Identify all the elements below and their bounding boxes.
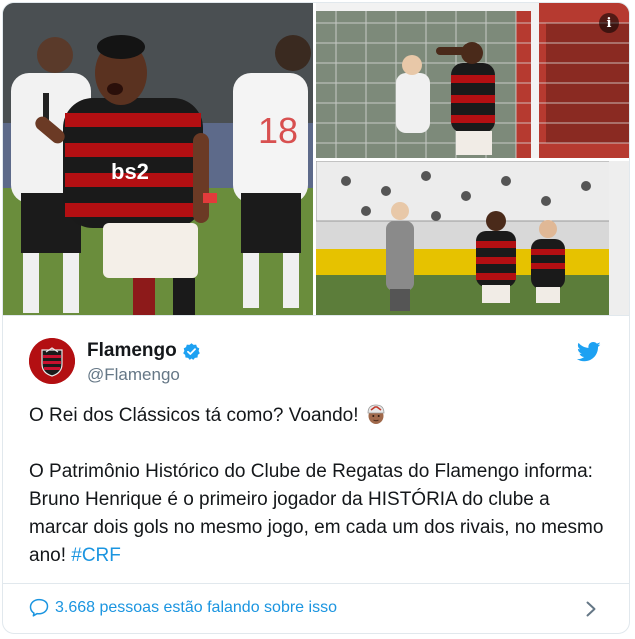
author-handle[interactable]: @Flamengo — [87, 365, 180, 385]
tweet-embed-card[interactable]: 18 bs2 i Flamengo @Flamengo O Rei dos Cl… — [2, 2, 630, 634]
flamengo-crest-icon — [29, 338, 75, 384]
tweet-text: O Rei dos Clássicos tá como? Voando! O P… — [29, 402, 609, 570]
jersey-sponsor-text: bs2 — [111, 159, 149, 184]
photo-goal-net-image — [316, 3, 629, 158]
speech-bubble-icon — [29, 598, 49, 617]
author-avatar[interactable] — [29, 338, 75, 384]
tweet-paragraph-2: O Patrimônio Histórico do Clube de Regat… — [29, 458, 609, 570]
author-display-name[interactable]: Flamengo — [87, 340, 177, 362]
tweet-paragraph-1: O Rei dos Clássicos tá como? Voando! — [29, 402, 609, 430]
twitter-bird-icon[interactable] — [577, 342, 601, 362]
author-name-row[interactable]: Flamengo — [87, 340, 201, 362]
hashtag-link[interactable]: #CRF — [71, 545, 121, 566]
tweet-paragraph-1-text: O Rei dos Clássicos tá como? Voando! — [29, 405, 359, 426]
media-grid[interactable]: 18 bs2 i — [3, 3, 629, 315]
photo-celebration[interactable] — [316, 161, 629, 315]
photo-goal-net[interactable] — [316, 3, 629, 158]
verified-badge-icon — [182, 342, 200, 360]
photo-main[interactable]: 18 bs2 — [3, 3, 313, 315]
info-icon[interactable]: i — [599, 13, 619, 33]
conversation-count-text[interactable]: 3.668 pessoas estão falando sobre isso — [55, 599, 337, 617]
chevron-right-icon[interactable] — [585, 601, 597, 617]
photo-celebration-image — [316, 161, 629, 315]
tweet-body: Flamengo @Flamengo O Rei dos Clássicos t… — [3, 315, 629, 583]
tweet-footer[interactable]: 3.668 pessoas estão falando sobre isso — [3, 583, 629, 633]
man-in-helmet-emoji-icon — [367, 404, 384, 424]
conversation-link[interactable]: 3.668 pessoas estão falando sobre isso — [29, 598, 337, 617]
photo-main-image: 18 bs2 — [3, 3, 313, 315]
jersey-number: 18 — [258, 110, 298, 151]
